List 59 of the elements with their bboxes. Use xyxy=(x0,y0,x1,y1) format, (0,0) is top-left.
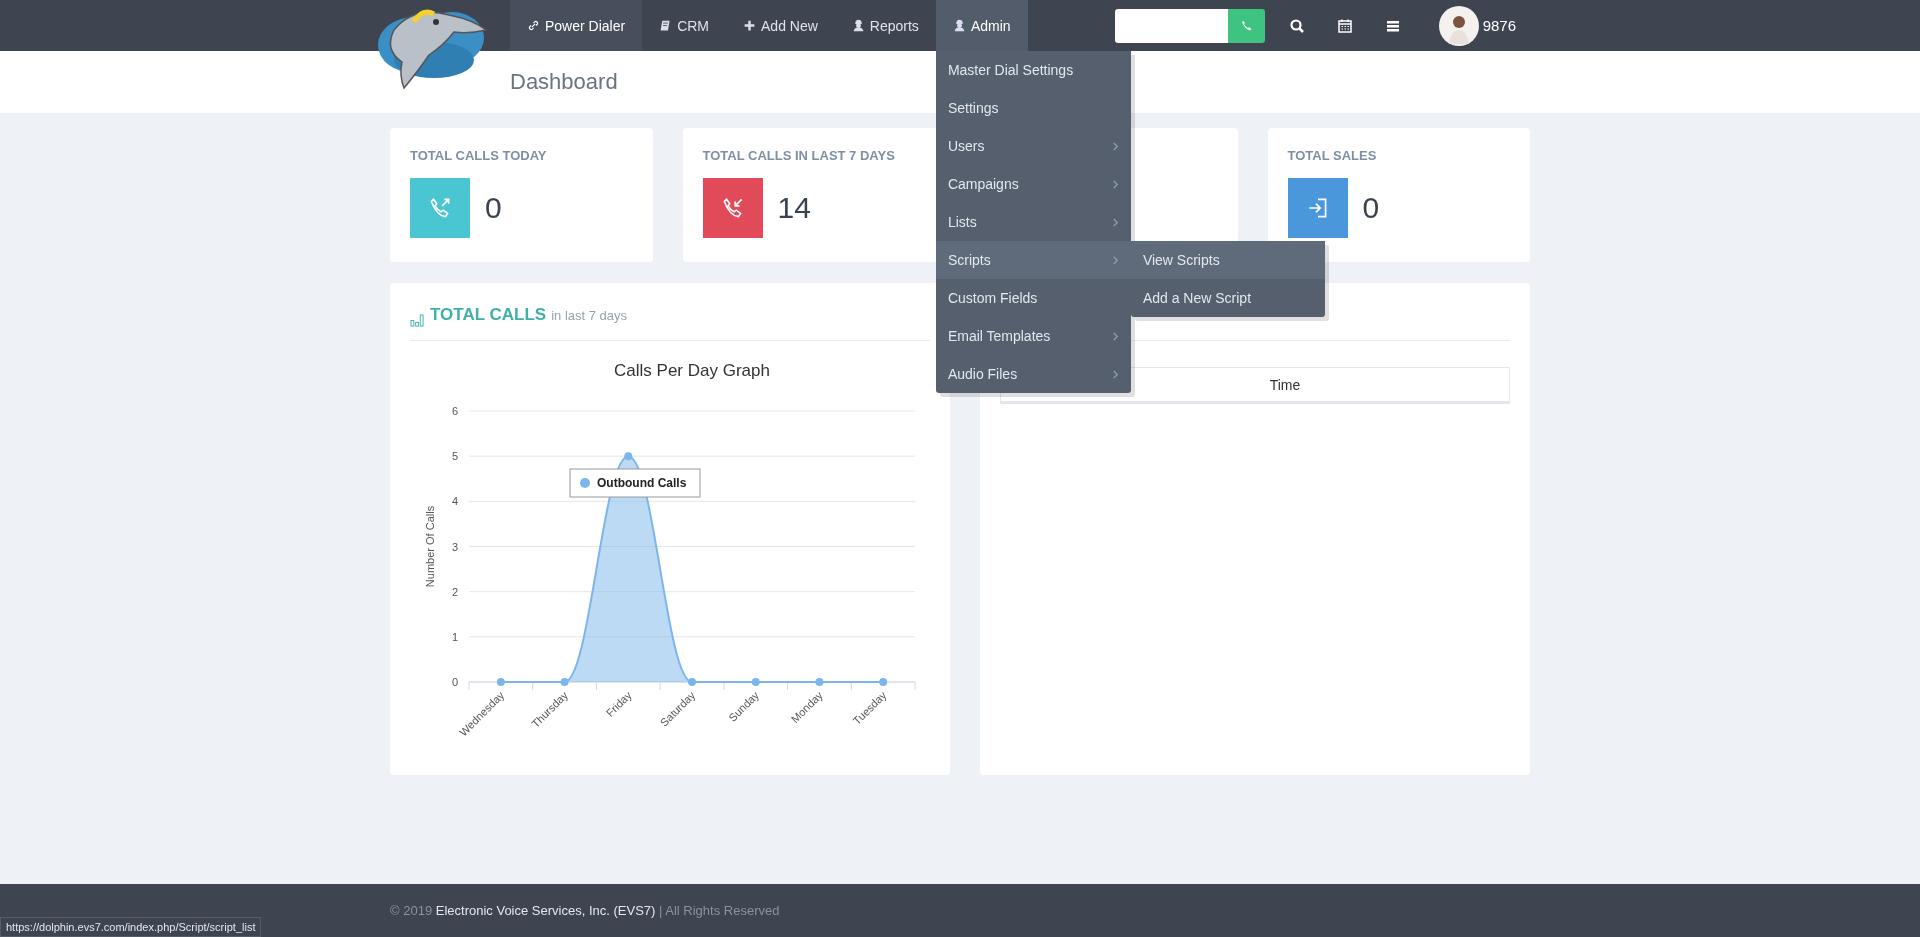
page-title: Dashboard xyxy=(510,69,618,95)
user-icon xyxy=(952,19,966,32)
panel-subtitle: in last 7 days xyxy=(551,308,628,323)
nav-item[interactable]: Admin xyxy=(935,0,1028,51)
data-point xyxy=(879,678,888,686)
y-tick-label: 6 xyxy=(451,405,458,417)
calendar-icon[interactable] xyxy=(1336,17,1353,34)
data-point xyxy=(496,678,505,686)
y-tick-label: 3 xyxy=(451,540,458,553)
nav-item[interactable]: CRM xyxy=(642,0,727,51)
user-name[interactable]: 9876 xyxy=(1482,17,1516,34)
nav-item[interactable]: Power Dialer xyxy=(510,0,643,51)
status-url: https://dolphin.evs7.com/index.php/Script/script_list xyxy=(0,917,262,937)
data-point xyxy=(751,678,760,686)
data-point xyxy=(624,452,633,461)
y-tick-label: 0 xyxy=(451,676,458,688)
nav-item[interactable]: Add New xyxy=(726,0,835,51)
column-header: Time xyxy=(1269,376,1301,393)
y-axis-title: Number Of Calls xyxy=(424,505,436,588)
data-point xyxy=(815,678,824,686)
call-button[interactable] xyxy=(1227,8,1265,43)
data-point xyxy=(688,678,696,686)
bar-chart-icon xyxy=(410,314,425,327)
y-tick-label: 1 xyxy=(451,630,458,643)
company-link[interactable]: Electronic Voice Services, Inc. (EVS7) xyxy=(435,903,656,918)
chart-title: Calls Per Day Graph xyxy=(614,361,770,380)
y-tick-label: 5 xyxy=(451,450,458,463)
menu-item[interactable]: Settings xyxy=(935,89,1131,127)
menu-item[interactable]: Custom Fields xyxy=(935,279,1131,317)
y-tick-label: 2 xyxy=(451,585,458,598)
plus-icon xyxy=(743,19,757,32)
stat-value: 0 xyxy=(1362,191,1380,225)
submenu-item[interactable]: Add a New Script xyxy=(1130,279,1325,317)
dial-input[interactable] xyxy=(1114,8,1228,43)
menu-item[interactable]: Lists xyxy=(935,203,1131,241)
chart-legend[interactable]: Outbound Calls xyxy=(569,468,701,498)
user-avatar[interactable] xyxy=(1438,5,1479,46)
menu-item[interactable]: Scripts xyxy=(935,241,1131,279)
stat-title: TOTAL SALES xyxy=(1287,148,1378,163)
stat-value: 14 xyxy=(777,191,811,225)
user-icon xyxy=(851,19,865,32)
stat-value: 0 xyxy=(485,191,502,225)
stat-title: TOTAL CALLS IN LAST 7 DAYS xyxy=(702,148,896,163)
menu-item[interactable]: Users xyxy=(935,127,1131,165)
link-icon xyxy=(527,19,540,32)
legend-label: Outbound Calls xyxy=(597,476,687,490)
nav-item[interactable]: Reports xyxy=(834,0,936,51)
phone-icon xyxy=(1239,19,1253,32)
menu-item[interactable]: Campaigns xyxy=(935,165,1131,203)
panel-title: TOTAL CALLS xyxy=(430,305,547,325)
copyright-text: © 2019 Electronic Voice Services, Inc. (EVS7) | All Rights Reserved xyxy=(390,903,781,918)
menu-item[interactable]: Email Templates xyxy=(935,317,1131,355)
y-tick-label: 4 xyxy=(451,495,458,508)
stat-title: TOTAL CALLS TODAY xyxy=(410,148,548,163)
menu-item[interactable]: Audio Files xyxy=(935,355,1131,393)
submenu-item[interactable]: View Scripts xyxy=(1130,241,1325,279)
menu-item[interactable]: Master Dial Settings xyxy=(935,51,1131,89)
data-point xyxy=(560,678,569,686)
search-icon[interactable] xyxy=(1288,17,1305,34)
